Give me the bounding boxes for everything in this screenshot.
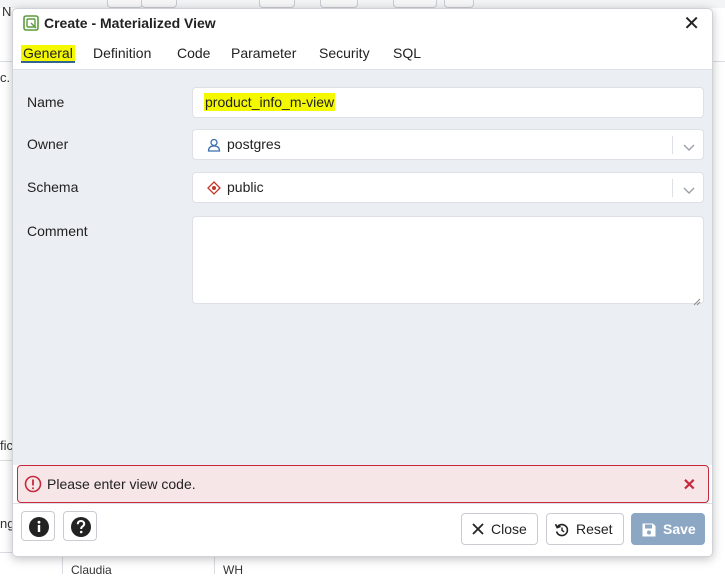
comment-textarea[interactable]: [192, 216, 704, 306]
close-button[interactable]: Close: [461, 513, 538, 545]
dialog-title: Create - Materialized View: [44, 15, 216, 31]
tab-parameter[interactable]: Parameter: [231, 45, 296, 61]
create-materialized-view-dialog: Create - Materialized View ✕ General Def…: [12, 8, 713, 557]
tab-sql[interactable]: SQL: [393, 45, 421, 61]
owner-select[interactable]: postgres: [192, 129, 704, 160]
comment-label: Comment: [27, 223, 88, 239]
materialized-view-icon: [23, 15, 39, 31]
owner-label: Owner: [27, 136, 69, 152]
bg-divider: [0, 61, 12, 62]
bg-fragment: c.: [0, 70, 11, 85]
resize-handle-icon[interactable]: [693, 293, 701, 306]
error-message-bar: Please enter view code. ✕: [17, 465, 709, 503]
name-input-value: product_info_m-view: [204, 93, 336, 111]
background-toolbar: [0, 0, 725, 8]
error-message-text: Please enter view code.: [47, 476, 196, 492]
bg-toolbar-button: [141, 0, 177, 8]
error-circle-icon: [24, 475, 42, 493]
name-value-highlight: product_info_m-view: [204, 93, 336, 111]
tab-general[interactable]: General: [21, 45, 75, 63]
bg-toolbar-button: [259, 0, 295, 8]
info-button[interactable]: [21, 511, 55, 541]
reset-icon: [554, 523, 569, 537]
user-icon: [207, 138, 221, 152]
bg-divider: [0, 460, 12, 461]
close-icon[interactable]: ✕: [683, 12, 700, 36]
save-icon: [642, 523, 656, 537]
owner-value: postgres: [227, 136, 281, 152]
tab-security[interactable]: Security: [319, 45, 370, 61]
bg-divider: [713, 61, 725, 62]
select-separator: [672, 179, 673, 197]
general-tab-content: Name product_info_m-view Owner postgres …: [13, 70, 712, 465]
save-button-label: Save: [663, 521, 696, 537]
help-button[interactable]: [63, 511, 97, 541]
bg-toolbar-button: [444, 0, 474, 8]
name-input[interactable]: product_info_m-view: [192, 87, 704, 118]
tab-definition[interactable]: Definition: [93, 45, 151, 61]
bg-fragment: N: [2, 4, 12, 19]
reset-button[interactable]: Reset: [546, 513, 624, 545]
schema-select[interactable]: public: [192, 172, 704, 203]
close-icon: [472, 523, 484, 535]
bg-toolbar-button: [320, 0, 358, 8]
dialog-footer: Close Reset Save: [13, 503, 712, 556]
tab-bar: General Definition Code Parameter Securi…: [13, 41, 712, 70]
chevron-down-icon[interactable]: [683, 139, 695, 151]
name-label: Name: [27, 94, 65, 110]
select-separator: [672, 136, 673, 154]
schema-value: public: [227, 179, 264, 195]
save-button[interactable]: Save: [631, 513, 705, 545]
close-icon[interactable]: ✕: [683, 475, 696, 495]
bg-toolbar-button: [107, 0, 143, 8]
bg-toolbar-button: [393, 0, 437, 8]
tab-code[interactable]: Code: [177, 45, 210, 61]
dialog-title-bar[interactable]: Create - Materialized View ✕: [13, 9, 712, 39]
schema-icon: [207, 181, 221, 195]
close-button-label: Close: [491, 521, 527, 537]
chevron-down-icon[interactable]: [683, 182, 695, 194]
schema-label: Schema: [27, 179, 79, 195]
reset-button-label: Reset: [576, 521, 613, 537]
